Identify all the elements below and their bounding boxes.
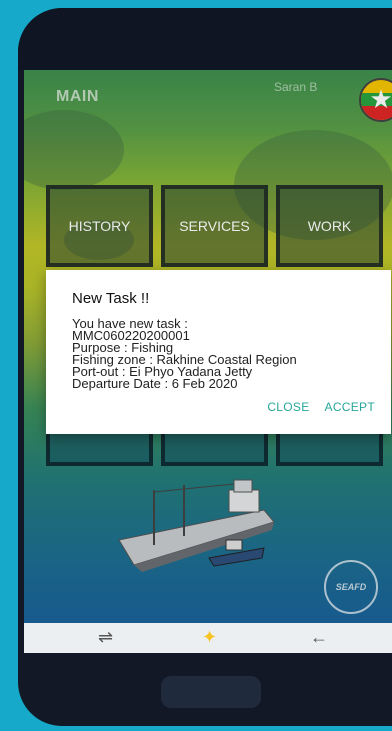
- phone-top-bezel: [18, 8, 392, 70]
- back-arrow-icon[interactable]: ←: [310, 627, 328, 648]
- system-navigation-bar: ⇌ ✦ ←: [24, 623, 392, 653]
- dialog-actions: CLOSE ACCEPT: [267, 400, 375, 414]
- accept-button[interactable]: ACCEPT: [325, 400, 375, 414]
- dialog-line-departure-date: Departure Date : 6 Feb 2020: [72, 376, 238, 391]
- hardware-home-button[interactable]: [161, 676, 261, 708]
- new-task-dialog: New Task !! You have new task : MMC06022…: [46, 270, 391, 434]
- close-button[interactable]: CLOSE: [267, 400, 309, 414]
- phone-frame: MAIN Saran B ★ HISTORY SERVICES WORK SEA…: [18, 8, 392, 726]
- home-star-icon[interactable]: ✦: [202, 627, 217, 648]
- dialog-title: New Task !!: [72, 290, 150, 307]
- app-screen: MAIN Saran B ★ HISTORY SERVICES WORK SEA…: [24, 70, 392, 653]
- recent-apps-icon[interactable]: ⇌: [98, 627, 113, 648]
